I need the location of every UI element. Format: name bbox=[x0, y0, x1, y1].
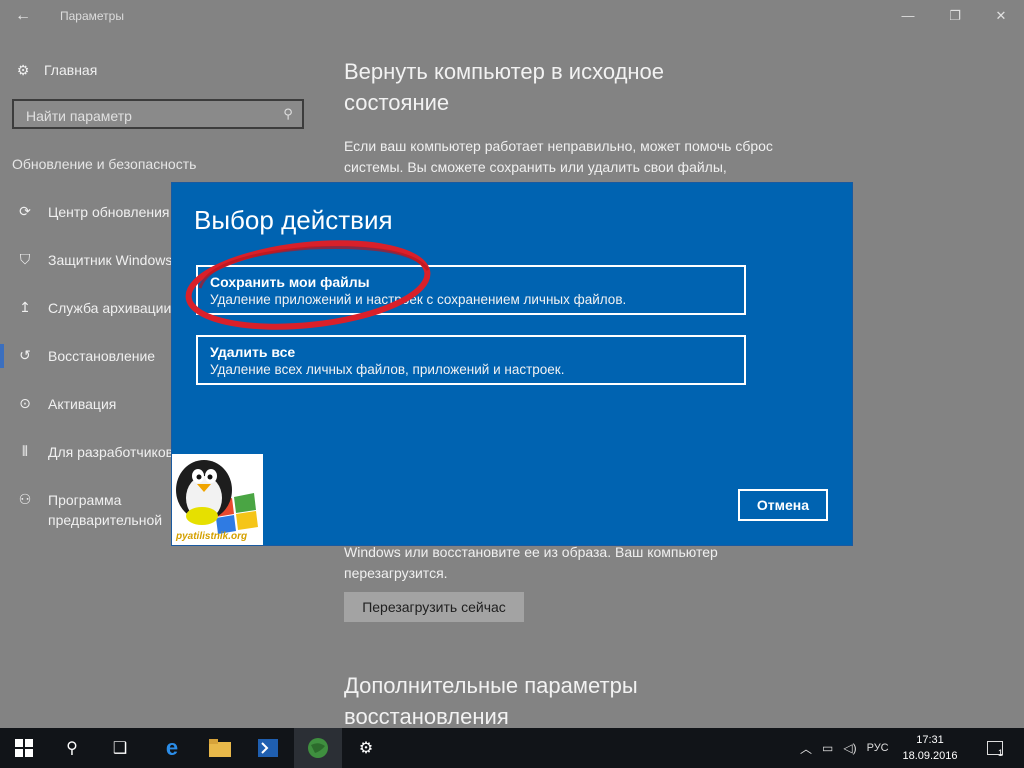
action-center-icon[interactable]: 1 bbox=[980, 728, 1010, 768]
watermark-text: pyatilistnik.org bbox=[176, 531, 248, 542]
sidebar-home-label: Главная bbox=[44, 62, 98, 78]
reset-description: Если ваш компьютер работает неправильно,… bbox=[344, 138, 773, 175]
restart-now-button[interactable]: Перезагрузить сейчас bbox=[344, 592, 524, 622]
chevron-up-icon[interactable]: ︿ bbox=[800, 740, 812, 757]
search-icon[interactable]: ⚲ bbox=[280, 106, 296, 122]
search-box[interactable]: ⚲ bbox=[12, 99, 304, 129]
remove-everything-option[interactable]: Удалить все Удаление всех личных файлов,… bbox=[196, 335, 746, 385]
clock-time: 17:31 bbox=[916, 734, 944, 746]
sidebar-home[interactable]: ⚙ Главная bbox=[14, 60, 98, 80]
dialog-title: Выбор действия bbox=[194, 205, 393, 235]
sidebar-item-label: Для разработчиков bbox=[48, 444, 174, 460]
search-taskbar-icon[interactable]: ⚲ bbox=[48, 728, 96, 768]
sidebar-item-label: Служба архивации bbox=[48, 300, 172, 316]
minimize-icon[interactable]: — bbox=[893, 4, 923, 28]
powershell-icon[interactable] bbox=[244, 728, 292, 768]
volume-icon[interactable]: ◁) bbox=[843, 741, 856, 755]
file-explorer-icon[interactable] bbox=[196, 728, 244, 768]
sync-icon: ⟳ bbox=[19, 203, 31, 219]
terminal-icon bbox=[258, 739, 278, 757]
site-logo: pyatilistnik.org bbox=[172, 454, 263, 545]
network-icon[interactable]: ▭ bbox=[822, 741, 833, 755]
option-title: Удалить все bbox=[210, 344, 296, 360]
gear-icon: ⚙ bbox=[16, 62, 30, 78]
option-description: Удаление всех личных файлов, приложений … bbox=[210, 362, 565, 377]
edge-icon[interactable]: e bbox=[148, 728, 196, 768]
system-tray: ︿ ▭ ◁) РУС bbox=[800, 728, 889, 768]
history-icon: ↺ bbox=[19, 347, 31, 363]
restart-description: Windows или восстановите ее из образа. В… bbox=[344, 544, 718, 581]
folder-icon bbox=[209, 739, 231, 757]
windows-logo-icon bbox=[15, 739, 33, 757]
taskbar: ⚲ ❑ e ⚙ ︿ ▭ ◁) РУС 17:31 18.09.2016 1 bbox=[0, 728, 1024, 768]
page-title: Вернуть компьютер в исходное состояние bbox=[344, 59, 665, 115]
sidebar-item-label: Центр обновления bbox=[48, 204, 170, 220]
cancel-button[interactable]: Отмена bbox=[738, 489, 828, 521]
more-recovery-title: Дополнительные параметры восстановления bbox=[344, 673, 638, 729]
sidebar-item-label: Программа предварительной оценки Windows bbox=[48, 492, 163, 528]
check-circle-icon: ⊙ bbox=[19, 395, 31, 411]
title-bar: ← Параметры — ❐ ✕ bbox=[0, 0, 1024, 32]
shield-icon: ⛉ bbox=[19, 251, 31, 267]
window-title: Параметры bbox=[60, 9, 124, 23]
back-arrow-icon[interactable]: ← bbox=[12, 6, 34, 26]
red-annotation-ellipse bbox=[185, 240, 431, 330]
notification-count: 1 bbox=[998, 748, 1004, 758]
person-icon: ⚇ bbox=[18, 491, 32, 507]
sidebar-item-label: Активация bbox=[48, 396, 117, 412]
network-globe-icon[interactable] bbox=[294, 728, 342, 768]
language-indicator[interactable]: РУС bbox=[867, 742, 889, 754]
clock-date: 18.09.2016 bbox=[902, 750, 958, 762]
restore-icon[interactable]: ❐ bbox=[940, 4, 970, 28]
section-title: Обновление и безопасность bbox=[12, 156, 197, 172]
sidebar-item-label: Восстановление bbox=[48, 348, 156, 364]
close-icon[interactable]: ✕ bbox=[986, 4, 1016, 28]
sidebar-item-label: Защитник Windows bbox=[48, 252, 173, 268]
backup-arrow-icon: ↥ bbox=[19, 299, 31, 315]
settings-taskbar-icon[interactable]: ⚙ bbox=[342, 728, 390, 768]
start-button[interactable] bbox=[0, 728, 48, 768]
search-input[interactable] bbox=[24, 105, 278, 127]
globe-icon bbox=[308, 738, 328, 758]
clock[interactable]: 17:31 18.09.2016 bbox=[902, 732, 958, 764]
developer-icon: ⫴ bbox=[22, 443, 28, 459]
task-view-icon[interactable]: ❑ bbox=[96, 728, 144, 768]
